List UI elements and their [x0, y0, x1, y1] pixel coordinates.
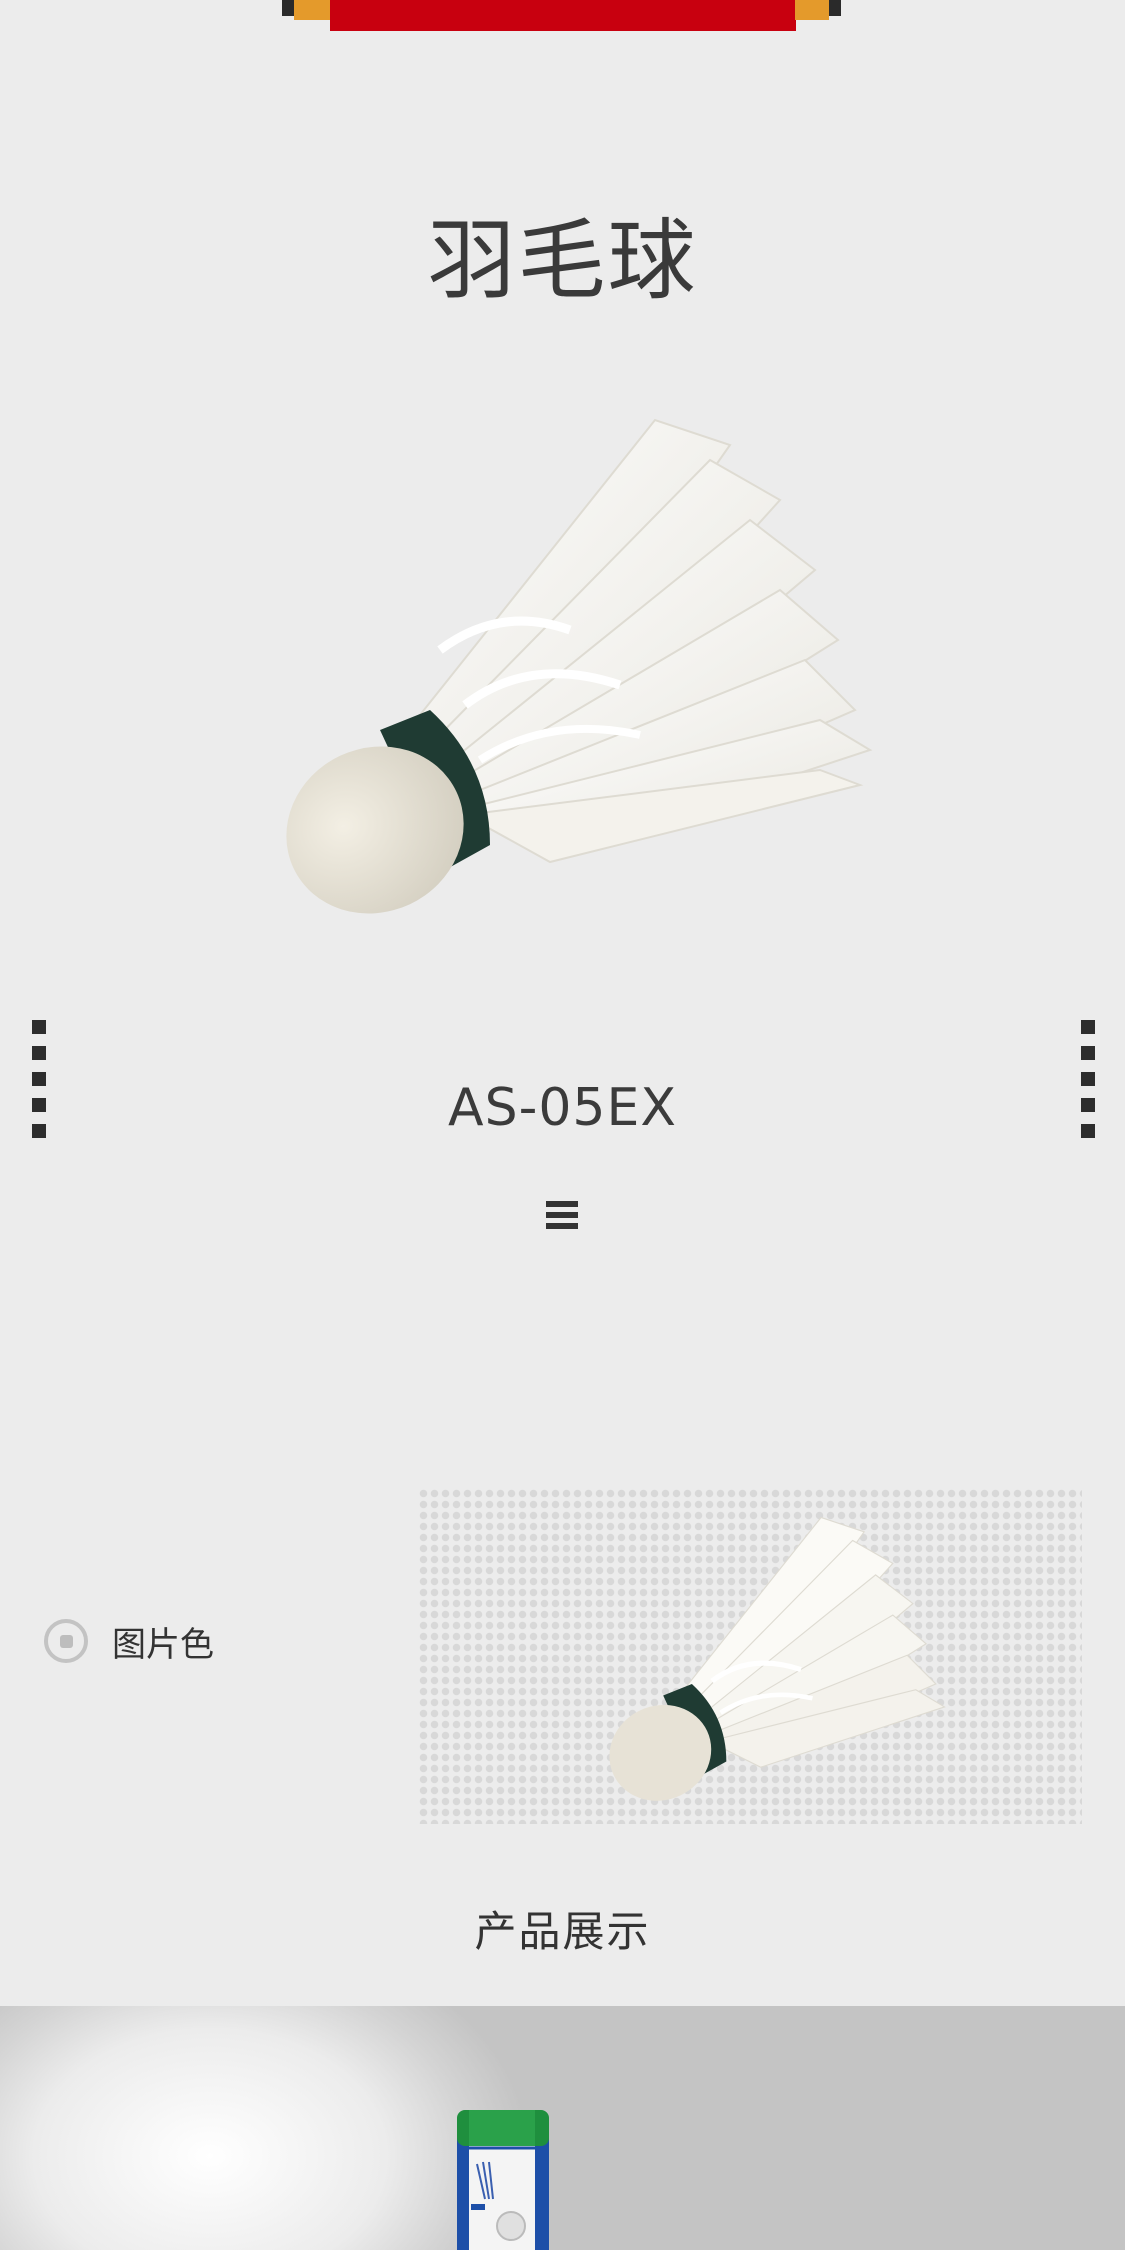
section-title: 产品展示 [474, 1907, 651, 1956]
product-showcase [0, 2006, 1125, 2250]
banner-right-cap [829, 0, 841, 16]
shuttlecock-preview-icon [609, 1516, 946, 1801]
color-option[interactable]: 图片色 [44, 1614, 214, 1668]
color-option-label: 图片色 [112, 1624, 214, 1665]
banner-left-accent [294, 0, 330, 20]
shuttlecock-image [286, 418, 873, 914]
banner-left-cap [282, 0, 294, 16]
shuttlecock-tube-image [457, 2110, 549, 2250]
page-title: 羽毛球 [427, 209, 698, 312]
radio-button-icon[interactable] [44, 1619, 88, 1663]
product-model: AS-05EX [448, 1078, 677, 1138]
color-preview-image [418, 1488, 1082, 1824]
menu-icon[interactable] [546, 1201, 578, 1233]
banner-right-accent [795, 0, 829, 20]
top-banner [330, 0, 796, 31]
